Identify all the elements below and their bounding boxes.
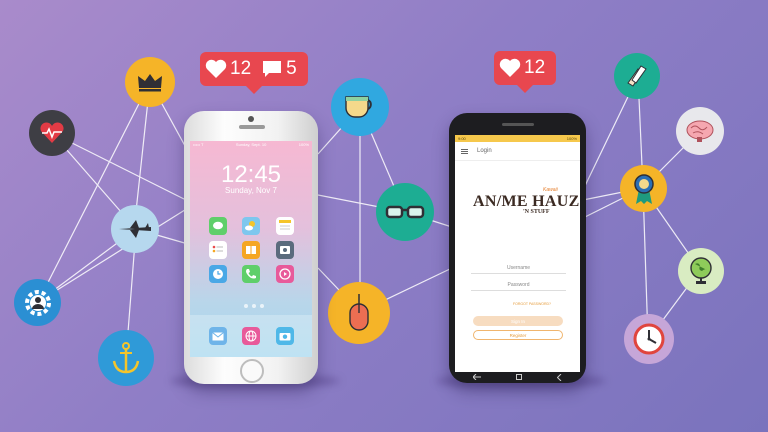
settings-user-icon	[14, 279, 61, 326]
app-logo: AN/ME HAUZ Kawaii 'N STUFF	[473, 187, 580, 215]
hamburger-menu-icon[interactable]	[461, 148, 468, 154]
globe-icon	[678, 248, 724, 294]
lock-date: Sunday, Nov 7	[225, 186, 277, 195]
music-icon[interactable]	[276, 265, 294, 283]
glasses-icon	[376, 183, 434, 241]
notification-bubble-right: 12	[494, 51, 556, 93]
status-bar: ••••• T Sunday, Sept. 10 100%	[193, 142, 309, 147]
likes-group: 12	[499, 57, 545, 79]
photos-icon[interactable]	[276, 241, 294, 259]
android-nav-bar	[455, 372, 580, 382]
books-icon[interactable]	[242, 241, 260, 259]
mail-icon[interactable]	[209, 327, 227, 345]
messages-icon[interactable]	[209, 217, 227, 235]
comments-count: 5	[286, 58, 297, 79]
register-button[interactable]: Register	[473, 330, 563, 340]
handshake-icon	[614, 53, 660, 99]
carrier-signal: ••••• T	[193, 142, 204, 147]
clock-app-icon[interactable]	[209, 265, 227, 283]
globe-app-icon[interactable]	[242, 327, 260, 345]
back-icon[interactable]	[472, 374, 481, 380]
sign-in-button[interactable]: Sign In	[473, 316, 563, 326]
battery-level: 100%	[298, 142, 309, 147]
likes-group: 12	[205, 58, 251, 80]
weather-icon[interactable]	[242, 217, 260, 235]
phone-icon[interactable]	[242, 265, 260, 283]
heart-icon	[205, 59, 227, 78]
crown-icon	[125, 57, 175, 107]
logo-main-text: AN/ME HAUZ	[473, 193, 580, 210]
camera-icon[interactable]	[276, 327, 294, 345]
heart-icon	[499, 58, 521, 77]
topbar-title: Login	[477, 148, 492, 154]
notification-bubble-left: 12 5	[200, 52, 308, 94]
front-camera	[248, 116, 254, 122]
back-chevron-icon[interactable]	[557, 373, 562, 381]
status-bar: 9:00 100%	[455, 135, 580, 142]
anchor-icon	[98, 330, 154, 386]
iphone-device: ••••• T Sunday, Sept. 10 100% 12:45 Sund…	[184, 111, 318, 384]
battery-level: 100%	[566, 136, 577, 141]
password-field[interactable]: Password	[471, 282, 566, 291]
computer-mouse-icon	[328, 282, 390, 344]
iphone-screen: ••••• T Sunday, Sept. 10 100% 12:45 Sund…	[190, 141, 312, 357]
android-device: 9:00 100% Login AN/ME HAUZ Kawaii 'N STU…	[449, 113, 586, 383]
coffee-cup-icon	[331, 78, 389, 136]
speaker-grille	[239, 125, 265, 129]
brain-icon	[676, 107, 724, 155]
stage: 12 5 12 ••••• T Sunday, Sept. 10 100% 12…	[0, 0, 768, 432]
airplane-icon	[111, 205, 159, 253]
status-time: 9:00	[458, 136, 466, 141]
android-screen: 9:00 100% Login AN/ME HAUZ Kawaii 'N STU…	[455, 135, 580, 372]
reminders-icon[interactable]	[209, 241, 227, 259]
home-square-icon[interactable]	[515, 374, 522, 380]
heartbeat-icon	[29, 110, 75, 156]
comment-icon	[263, 61, 282, 77]
status-date: Sunday, Sept. 10	[235, 142, 267, 147]
logo-tag-text: Kawaii	[543, 187, 558, 193]
comments-group: 5	[261, 58, 297, 80]
speaker-grille	[502, 123, 534, 126]
dock	[190, 315, 312, 357]
likes-count: 12	[230, 58, 252, 79]
notes-icon[interactable]	[276, 217, 294, 235]
likes-count: 12	[524, 57, 546, 78]
clock-icon	[624, 314, 674, 364]
username-field[interactable]: Username	[471, 265, 566, 274]
award-ribbon-icon	[620, 165, 667, 212]
page-dots	[242, 304, 266, 308]
lock-time: 12:45	[220, 161, 282, 188]
top-app-bar: Login	[455, 142, 580, 161]
forgot-password-link[interactable]: FORGOT PASSWORD?	[513, 302, 551, 306]
home-button[interactable]	[240, 359, 264, 383]
